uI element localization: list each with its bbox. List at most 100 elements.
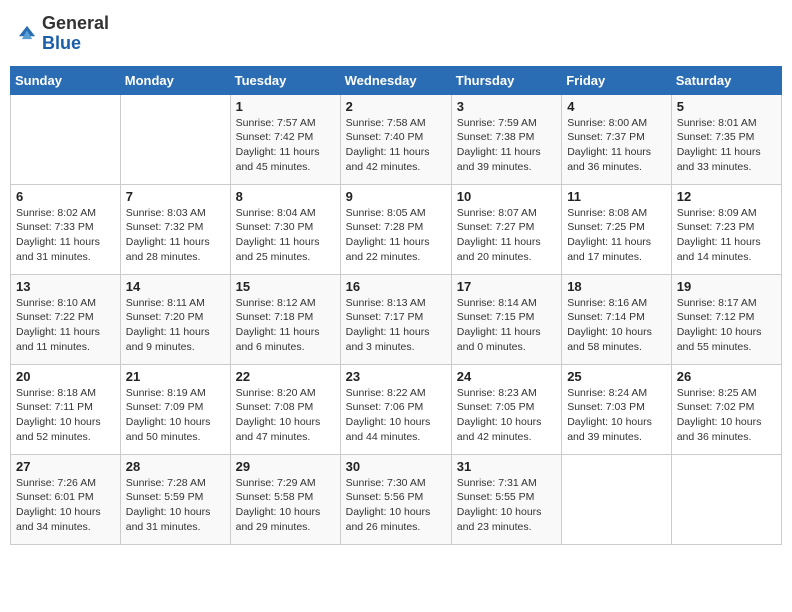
day-number: 3 (457, 99, 556, 114)
day-info: Sunrise: 8:25 AM Sunset: 7:02 PM Dayligh… (677, 386, 776, 445)
day-info: Sunrise: 8:18 AM Sunset: 7:11 PM Dayligh… (16, 386, 115, 445)
calendar-header-saturday: Saturday (671, 66, 781, 94)
day-number: 17 (457, 279, 556, 294)
day-number: 5 (677, 99, 776, 114)
calendar-cell: 6 Sunrise: 8:02 AM Sunset: 7:33 PM Daylig… (11, 184, 121, 274)
calendar-cell: 24Sunrise: 8:23 AM Sunset: 7:05 PM Dayli… (451, 364, 561, 454)
calendar-cell: 12Sunrise: 8:09 AM Sunset: 7:23 PM Dayli… (671, 184, 781, 274)
calendar-cell: 9 Sunrise: 8:05 AM Sunset: 7:28 PM Daylig… (340, 184, 451, 274)
day-info: Sunrise: 7:29 AM Sunset: 5:58 PM Dayligh… (236, 476, 335, 535)
calendar-cell: 5 Sunrise: 8:01 AM Sunset: 7:35 PM Daylig… (671, 94, 781, 184)
day-number: 19 (677, 279, 776, 294)
day-number: 13 (16, 279, 115, 294)
day-info: Sunrise: 8:20 AM Sunset: 7:08 PM Dayligh… (236, 386, 335, 445)
calendar-cell: 30 Sunrise: 7:30 AM Sunset: 5:56 PM Dayli… (340, 454, 451, 544)
logo-text: General Blue (42, 14, 109, 54)
day-number: 4 (567, 99, 666, 114)
day-number: 7 (126, 189, 225, 204)
calendar-cell: 23Sunrise: 8:22 AM Sunset: 7:06 PM Dayli… (340, 364, 451, 454)
day-number: 27 (16, 459, 115, 474)
calendar-cell (120, 94, 230, 184)
calendar-cell: 19 Sunrise: 8:17 AM Sunset: 7:12 PM Dayli… (671, 274, 781, 364)
calendar-week-row: 1 Sunrise: 7:57 AM Sunset: 7:42 PM Daylig… (11, 94, 782, 184)
calendar-header-sunday: Sunday (11, 66, 121, 94)
calendar-cell: 7 Sunrise: 8:03 AM Sunset: 7:32 PM Daylig… (120, 184, 230, 274)
day-info: Sunrise: 8:00 AM Sunset: 7:37 PM Dayligh… (567, 116, 666, 175)
day-number: 25 (567, 369, 666, 384)
calendar-cell: 17 Sunrise: 8:14 AM Sunset: 7:15 PM Dayli… (451, 274, 561, 364)
day-number: 18 (567, 279, 666, 294)
day-info: Sunrise: 8:03 AM Sunset: 7:32 PM Dayligh… (126, 206, 225, 265)
logo-icon (16, 23, 38, 45)
day-number: 30 (346, 459, 446, 474)
day-info: Sunrise: 8:24 AM Sunset: 7:03 PM Dayligh… (567, 386, 666, 445)
calendar-cell: 10 Sunrise: 8:07 AM Sunset: 7:27 PM Dayli… (451, 184, 561, 274)
calendar-week-row: 27 Sunrise: 7:26 AM Sunset: 6:01 PM Dayli… (11, 454, 782, 544)
calendar-cell: 16 Sunrise: 8:13 AM Sunset: 7:17 PM Dayli… (340, 274, 451, 364)
calendar-cell (671, 454, 781, 544)
day-info: Sunrise: 8:16 AM Sunset: 7:14 PM Dayligh… (567, 296, 666, 355)
calendar-header-row: SundayMondayTuesdayWednesdayThursdayFrid… (11, 66, 782, 94)
day-info: Sunrise: 8:12 AM Sunset: 7:18 PM Dayligh… (236, 296, 335, 355)
day-number: 11 (567, 189, 666, 204)
day-number: 16 (346, 279, 446, 294)
day-info: Sunrise: 8:22 AM Sunset: 7:06 PM Dayligh… (346, 386, 446, 445)
calendar-cell (562, 454, 672, 544)
day-info: Sunrise: 8:05 AM Sunset: 7:28 PM Dayligh… (346, 206, 446, 265)
day-info: Sunrise: 7:31 AM Sunset: 5:55 PM Dayligh… (457, 476, 556, 535)
day-number: 20 (16, 369, 115, 384)
day-number: 24 (457, 369, 556, 384)
day-number: 1 (236, 99, 335, 114)
day-info: Sunrise: 8:02 AM Sunset: 7:33 PM Dayligh… (16, 206, 115, 265)
calendar-cell: 26Sunrise: 8:25 AM Sunset: 7:02 PM Dayli… (671, 364, 781, 454)
day-info: Sunrise: 7:30 AM Sunset: 5:56 PM Dayligh… (346, 476, 446, 535)
day-number: 31 (457, 459, 556, 474)
day-number: 8 (236, 189, 335, 204)
day-info: Sunrise: 7:59 AM Sunset: 7:38 PM Dayligh… (457, 116, 556, 175)
logo-general: General (42, 13, 109, 33)
day-number: 22 (236, 369, 335, 384)
day-info: Sunrise: 8:19 AM Sunset: 7:09 PM Dayligh… (126, 386, 225, 445)
calendar-cell: 11 Sunrise: 8:08 AM Sunset: 7:25 PM Dayli… (562, 184, 672, 274)
day-number: 14 (126, 279, 225, 294)
calendar-cell: 15Sunrise: 8:12 AM Sunset: 7:18 PM Dayli… (230, 274, 340, 364)
calendar-header-tuesday: Tuesday (230, 66, 340, 94)
calendar-table: SundayMondayTuesdayWednesdayThursdayFrid… (10, 66, 782, 545)
day-info: Sunrise: 8:04 AM Sunset: 7:30 PM Dayligh… (236, 206, 335, 265)
day-number: 2 (346, 99, 446, 114)
calendar-cell: 2 Sunrise: 7:58 AM Sunset: 7:40 PM Daylig… (340, 94, 451, 184)
calendar-cell: 29 Sunrise: 7:29 AM Sunset: 5:58 PM Dayli… (230, 454, 340, 544)
day-info: Sunrise: 8:13 AM Sunset: 7:17 PM Dayligh… (346, 296, 446, 355)
day-info: Sunrise: 8:17 AM Sunset: 7:12 PM Dayligh… (677, 296, 776, 355)
day-number: 29 (236, 459, 335, 474)
day-info: Sunrise: 8:11 AM Sunset: 7:20 PM Dayligh… (126, 296, 225, 355)
calendar-cell: 14 Sunrise: 8:11 AM Sunset: 7:20 PM Dayli… (120, 274, 230, 364)
calendar-cell: 13 Sunrise: 8:10 AM Sunset: 7:22 PM Dayli… (11, 274, 121, 364)
day-number: 10 (457, 189, 556, 204)
calendar-cell: 27 Sunrise: 7:26 AM Sunset: 6:01 PM Dayli… (11, 454, 121, 544)
calendar-cell: 22 Sunrise: 8:20 AM Sunset: 7:08 PM Dayli… (230, 364, 340, 454)
calendar-header-monday: Monday (120, 66, 230, 94)
day-info: Sunrise: 8:08 AM Sunset: 7:25 PM Dayligh… (567, 206, 666, 265)
day-info: Sunrise: 8:07 AM Sunset: 7:27 PM Dayligh… (457, 206, 556, 265)
calendar-week-row: 20 Sunrise: 8:18 AM Sunset: 7:11 PM Dayli… (11, 364, 782, 454)
day-info: Sunrise: 8:01 AM Sunset: 7:35 PM Dayligh… (677, 116, 776, 175)
logo: General Blue (16, 14, 109, 54)
calendar-header-thursday: Thursday (451, 66, 561, 94)
calendar-cell: 1 Sunrise: 7:57 AM Sunset: 7:42 PM Daylig… (230, 94, 340, 184)
calendar-cell: 25 Sunrise: 8:24 AM Sunset: 7:03 PM Dayli… (562, 364, 672, 454)
calendar-cell: 21Sunrise: 8:19 AM Sunset: 7:09 PM Dayli… (120, 364, 230, 454)
calendar-cell: 8 Sunrise: 8:04 AM Sunset: 7:30 PM Daylig… (230, 184, 340, 274)
day-info: Sunrise: 8:14 AM Sunset: 7:15 PM Dayligh… (457, 296, 556, 355)
day-number: 6 (16, 189, 115, 204)
day-info: Sunrise: 7:58 AM Sunset: 7:40 PM Dayligh… (346, 116, 446, 175)
day-number: 9 (346, 189, 446, 204)
day-info: Sunrise: 8:10 AM Sunset: 7:22 PM Dayligh… (16, 296, 115, 355)
day-info: Sunrise: 7:26 AM Sunset: 6:01 PM Dayligh… (16, 476, 115, 535)
calendar-cell: 3 Sunrise: 7:59 AM Sunset: 7:38 PM Daylig… (451, 94, 561, 184)
day-info: Sunrise: 7:57 AM Sunset: 7:42 PM Dayligh… (236, 116, 335, 175)
calendar-cell: 18 Sunrise: 8:16 AM Sunset: 7:14 PM Dayli… (562, 274, 672, 364)
calendar-header-friday: Friday (562, 66, 672, 94)
calendar-cell: 31 Sunrise: 7:31 AM Sunset: 5:55 PM Dayli… (451, 454, 561, 544)
calendar-header-wednesday: Wednesday (340, 66, 451, 94)
